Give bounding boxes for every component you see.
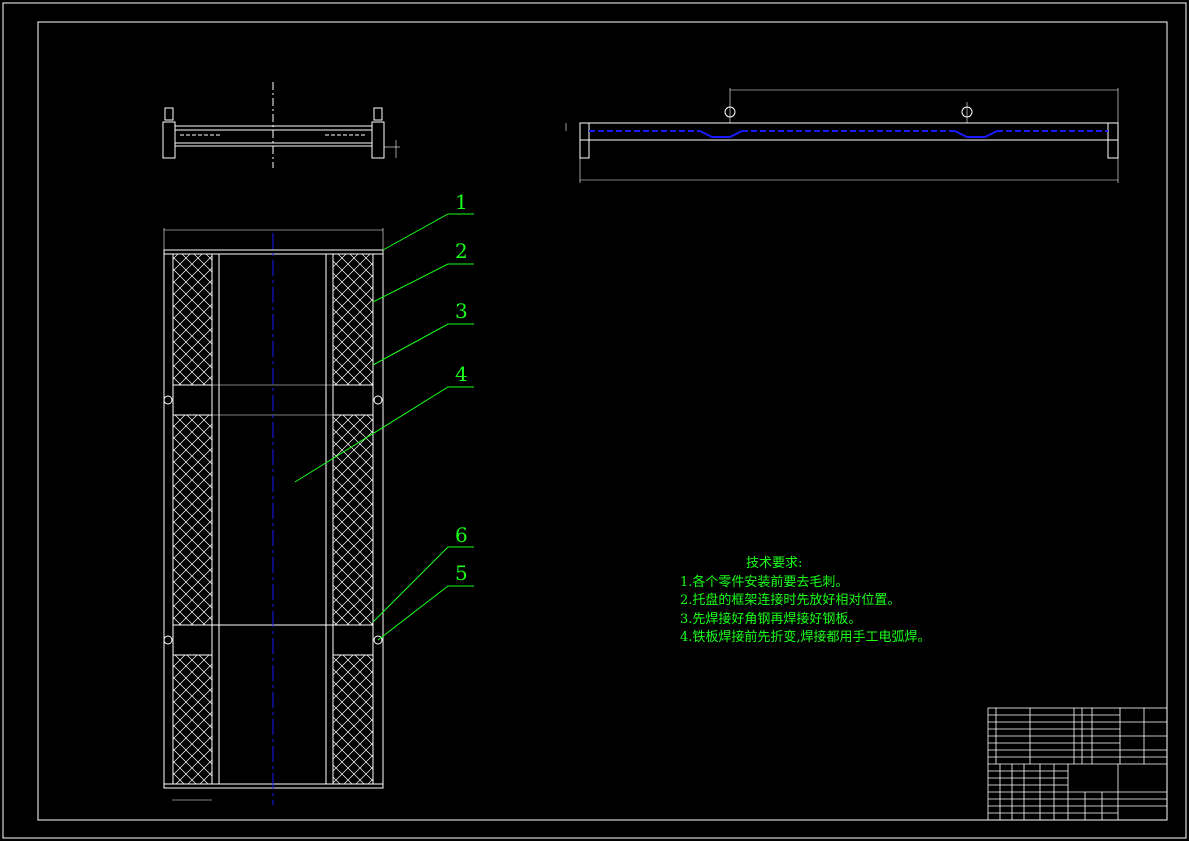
cad-drawing: 1 2 3 4 6 5 xyxy=(2,2,1187,839)
balloon-1: 1 xyxy=(455,190,468,214)
balloon-6: 6 xyxy=(455,523,468,547)
requirement-item-4: 4.铁板焊接前先折变,焊接都用手工电弧焊。 xyxy=(680,630,931,645)
leader-lines xyxy=(294,213,474,641)
title-block xyxy=(987,707,1168,821)
requirement-item-2: 2.托盘的框架连接时先放好相对位置。 xyxy=(680,593,901,608)
balloon-5: 5 xyxy=(455,561,468,585)
side-view xyxy=(565,88,1119,183)
balloon-2: 2 xyxy=(455,239,468,263)
requirement-item-3: 3.先焊接好角钢再焊接好钢板。 xyxy=(680,611,862,627)
technical-requirements-title: 技术要求: xyxy=(746,556,803,571)
plan-view xyxy=(163,228,384,805)
end-view xyxy=(162,82,400,168)
balloon-4: 4 xyxy=(455,362,468,386)
technical-requirements: 技术要求: 1.各个零件安装前要去毛刺。 2.托盘的框架连接时先放好相对位置。 … xyxy=(680,555,931,648)
balloon-3: 3 xyxy=(455,299,468,323)
requirement-item-1: 1.各个零件安装前要去毛刺。 xyxy=(680,574,849,590)
